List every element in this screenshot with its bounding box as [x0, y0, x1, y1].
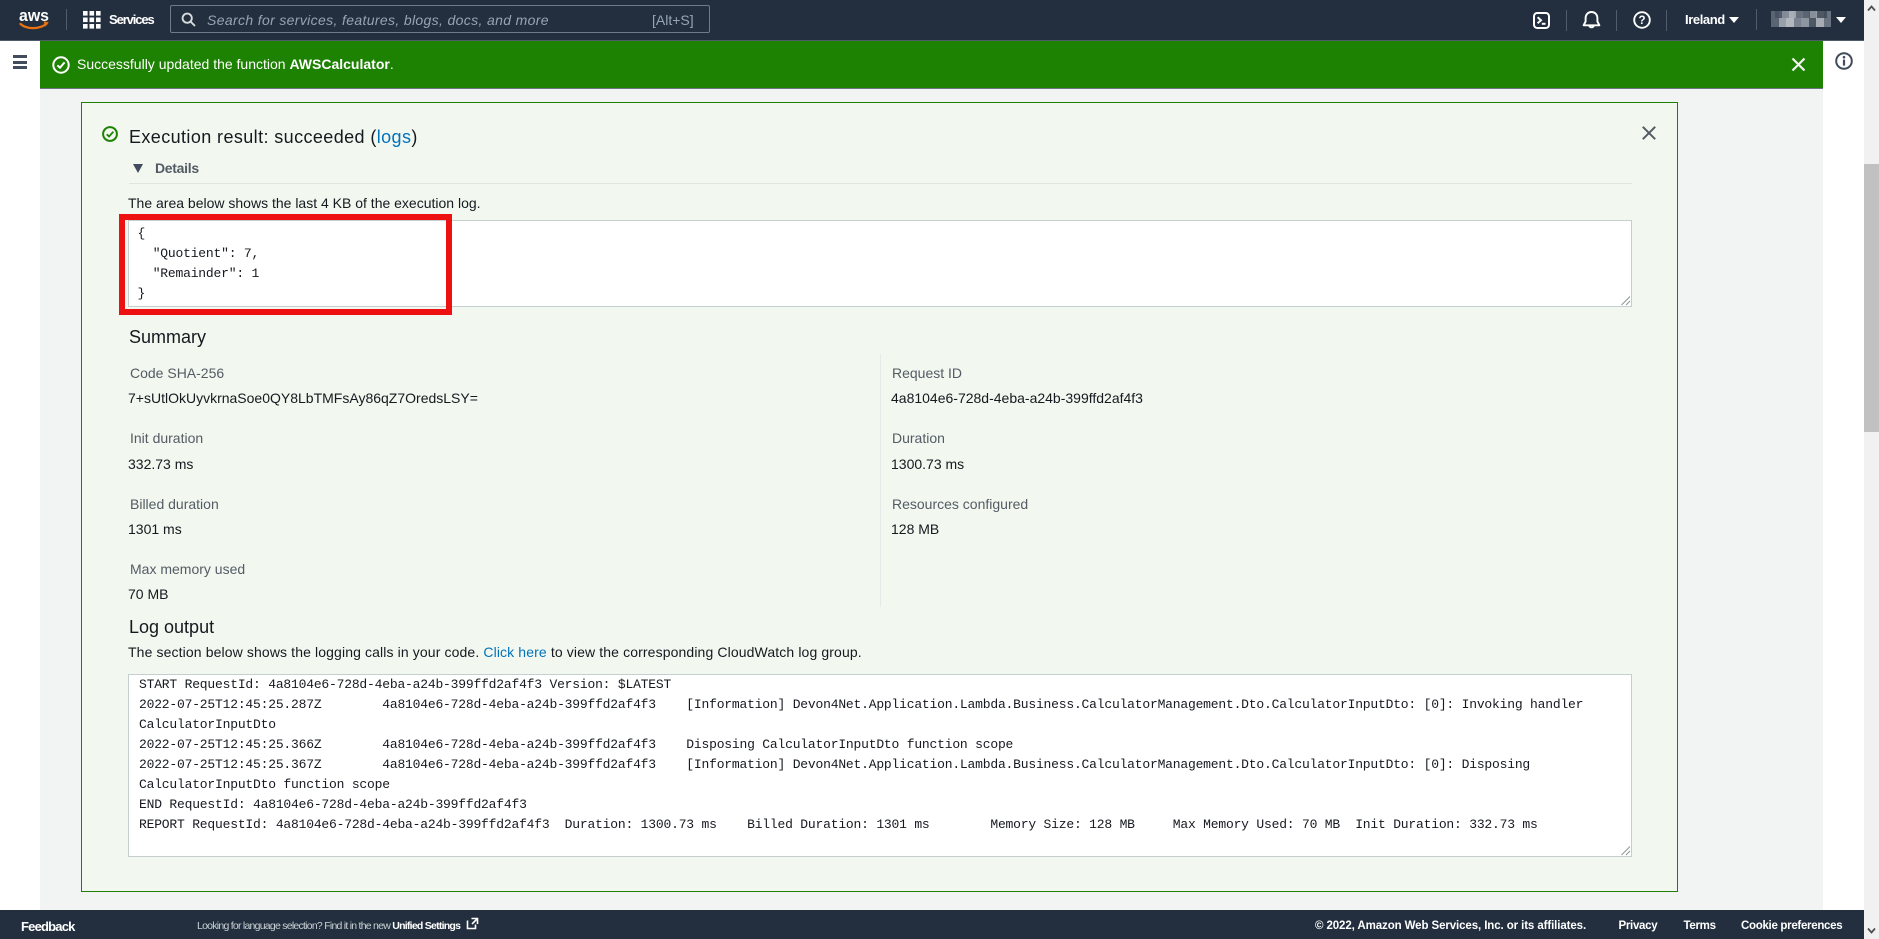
svg-text:?: ? — [1638, 15, 1645, 27]
